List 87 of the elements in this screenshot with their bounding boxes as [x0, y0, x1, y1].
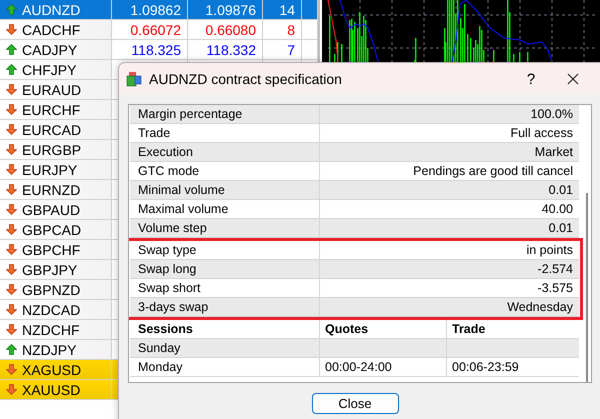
spec-value: Wednesday — [506, 299, 574, 316]
down-arrow-icon — [6, 304, 17, 315]
spec-value: -3.575 — [536, 280, 574, 297]
down-arrow-icon — [6, 364, 17, 375]
symbol-name: GBPAUD — [22, 202, 80, 218]
spec-value: in points — [525, 242, 574, 259]
down-arrow-icon — [6, 244, 17, 255]
spread-price: 8 — [287, 22, 295, 38]
down-arrow-icon — [6, 224, 17, 235]
down-arrow-icon — [6, 324, 17, 335]
spec-label: Margin percentage — [130, 105, 320, 123]
symbol-name: EURNZD — [22, 182, 80, 198]
down-arrow-icon — [6, 144, 17, 155]
spec-label: Swap type — [130, 241, 320, 259]
session-cell: 00:00-24:00 — [325, 360, 392, 374]
spec-value: -2.574 — [536, 261, 574, 278]
column-header: Trade — [451, 321, 486, 338]
symbol-row[interactable]: CADJPY 118.325 118.332 7 — [0, 40, 318, 60]
column-header: Quotes — [320, 320, 447, 338]
spec-value: 0.01 — [548, 220, 574, 237]
down-arrow-icon — [6, 264, 17, 275]
ask-price: 118.332 — [206, 42, 256, 58]
up-arrow-icon — [6, 44, 17, 55]
down-arrow-icon — [6, 184, 17, 195]
down-arrow-icon — [6, 84, 17, 95]
symbol-name: EURJPY — [22, 162, 78, 178]
bid-price: 1.09862 — [130, 2, 181, 18]
spec-label: Swap long — [130, 260, 320, 278]
up-arrow-icon — [6, 4, 17, 15]
symbol-name: GBPCAD — [22, 222, 82, 238]
document-icon — [126, 71, 142, 87]
symbol-name: NZDJPY — [22, 342, 76, 358]
symbol-name: NZDCAD — [22, 302, 80, 318]
spec-label: Execution — [130, 143, 320, 161]
down-arrow-icon — [6, 284, 17, 295]
spec-value: 100.0% — [530, 106, 574, 123]
symbol-name: EURCHF — [22, 102, 80, 118]
session-cell: Sunday — [138, 341, 180, 355]
close-button[interactable]: Close — [312, 393, 398, 414]
spec-label: Maximal volume — [130, 200, 320, 218]
up-arrow-icon — [6, 64, 17, 75]
symbol-row[interactable]: AUDNZD 1.09862 1.09876 14 — [0, 0, 318, 20]
ask-price: 0.66080 — [205, 22, 256, 38]
symbol-row[interactable]: CADCHF 0.66072 0.66080 8 — [0, 20, 318, 40]
help-button[interactable]: ? — [519, 63, 543, 95]
down-arrow-icon — [6, 104, 17, 115]
scrollbar-thumb[interactable] — [586, 193, 588, 382]
symbol-name: EURAUD — [22, 82, 82, 98]
bid-price: 0.66072 — [130, 22, 181, 38]
down-arrow-icon — [6, 124, 17, 135]
spec-value: Market — [534, 144, 574, 161]
symbol-name: GBPCHF — [22, 242, 80, 258]
symbol-name: AUDNZD — [22, 2, 80, 18]
symbol-name: EURCAD — [22, 122, 82, 138]
symbol-name: CADJPY — [22, 42, 78, 58]
dialog-title: AUDNZD contract specification — [149, 71, 343, 87]
spec-value: Pendings are good till cancel — [412, 163, 574, 180]
down-arrow-icon — [6, 164, 17, 175]
spec-label: Swap short — [130, 279, 320, 297]
spec-label: Volume step — [130, 219, 320, 237]
spec-label: GTC mode — [130, 162, 320, 180]
spec-value: 0.01 — [548, 182, 574, 199]
symbol-name: XAUUSD — [22, 382, 80, 398]
symbol-name: GBPNZD — [22, 282, 80, 298]
symbol-name: EURGBP — [22, 142, 82, 158]
symbol-name: CADCHF — [22, 22, 80, 38]
down-arrow-icon — [6, 384, 17, 395]
down-arrow-icon — [6, 204, 17, 215]
spec-value: Full access — [509, 125, 574, 142]
ask-price: 1.09876 — [205, 2, 256, 18]
symbol-name: CHFJPY — [22, 62, 76, 78]
spec-value: 40.00 — [540, 201, 574, 218]
symbol-name: XAGUSD — [22, 362, 82, 378]
down-arrow-icon — [6, 24, 17, 35]
up-arrow-icon — [6, 344, 17, 355]
symbol-name: GBPJPY — [22, 262, 78, 278]
spread-price: 14 — [279, 2, 295, 18]
symbol-name: NZDCHF — [22, 322, 80, 338]
column-header: Sessions — [130, 320, 320, 338]
session-cell: Monday — [138, 360, 182, 374]
session-cell: 00:06-23:59 — [452, 360, 519, 374]
spec-label: Minimal volume — [130, 181, 320, 199]
spec-label: Trade — [130, 124, 320, 142]
close-icon — [567, 73, 579, 85]
spread-price: 7 — [287, 42, 295, 58]
spec-label: 3-days swap — [130, 298, 320, 316]
bid-price: 118.325 — [131, 42, 181, 58]
